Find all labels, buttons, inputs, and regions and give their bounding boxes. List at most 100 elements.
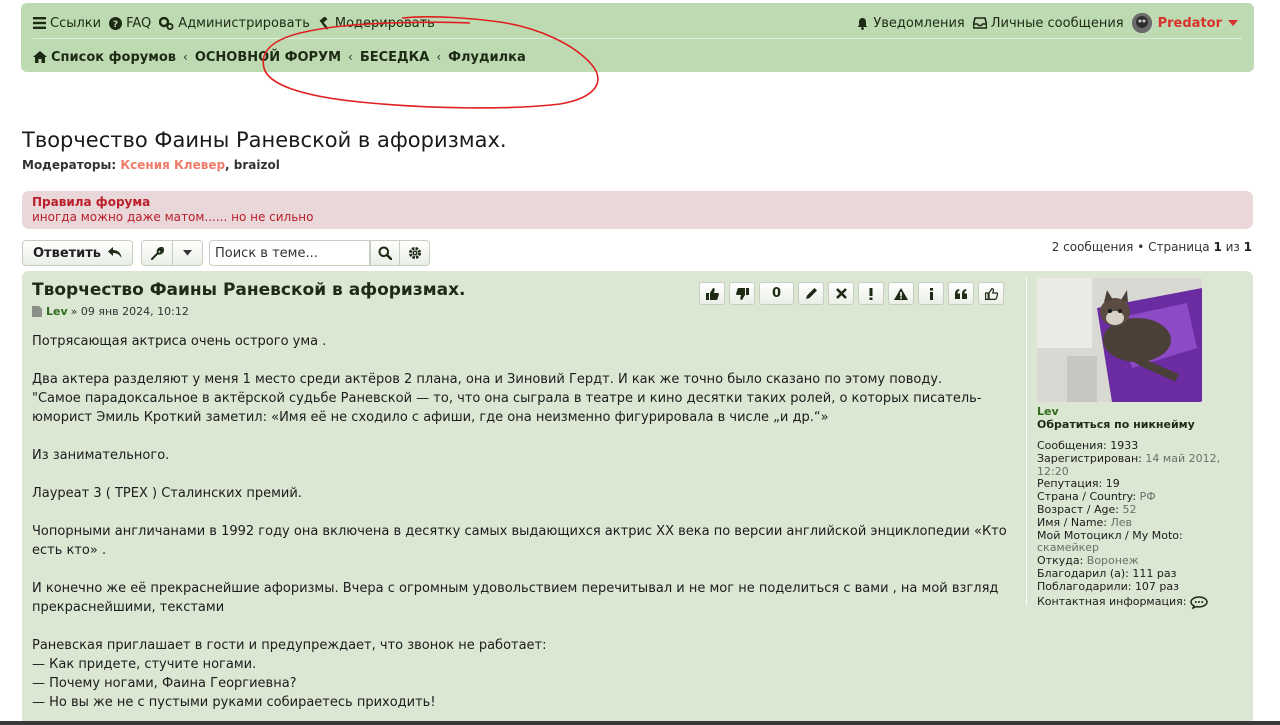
post-paragraph: И конечно же её прекраснейшие афоризмы. … [32,581,999,615]
breadcrumb: Список форумов ‹ ОСНОВНОЙ ФОРУМ ‹ БЕСЕДК… [33,46,1242,68]
breadcrumb-separator: ‹ [436,50,442,64]
breadcrumb-separator: ‹ [183,50,188,64]
profile-name: Лев [1110,515,1133,529]
gear-icon [408,247,421,259]
current-page: 1 [1213,240,1222,254]
post-profile: Lev Обратиться по никнейму Сообщения: 19… [1026,278,1248,609]
question-circle-icon: ? [109,16,123,30]
moderators-label: Модераторы: [22,158,117,172]
window-bottom-edge [0,721,1280,725]
reply-button-label: Ответить [33,245,102,261]
nav-faq[interactable]: ? FAQ [109,16,151,31]
search-button[interactable] [370,240,400,266]
moderator-link-1[interactable]: Ксения Клевер [120,158,225,172]
delete-button[interactable] [828,282,854,305]
profile-username[interactable]: Lev [1037,406,1248,418]
nav-notifications-label: Уведомления [873,15,965,31]
profile-age: 52 [1122,502,1137,516]
reply-arrow-icon [108,247,122,258]
quote-icon [955,288,967,299]
breadcrumb-main-forum[interactable]: ОСНОВНОЙ ФОРУМ [195,50,341,65]
mention-by-nick-link[interactable]: Обратиться по никнейму [1037,418,1248,432]
post-paragraph: Чопорными англичанами в 1992 году она вк… [32,524,1007,558]
search-input[interactable] [209,240,370,266]
profile-contact-label: Контактная информация: [1037,594,1187,608]
thanks-button[interactable] [978,282,1004,305]
forum-rules-box: Правила форума иногда можно даже матом..… [22,191,1253,229]
home-icon [33,51,47,63]
moderators-line: Модераторы: Ксения Клевер, braizol [22,158,280,172]
nav-moderate-label: Модерировать [334,15,435,31]
nav-notifications[interactable]: Уведомления [856,15,965,31]
caret-down-icon [1228,20,1238,26]
reputation-count: 0 [759,282,794,305]
breadcrumb-separator: ‹ [348,50,353,64]
nav-row-main: Ссылки ? FAQ Администрировать Модерирова… [33,12,1242,34]
nav-divider [33,38,1242,39]
info-button[interactable] [918,282,944,305]
post-meta: Lev » 09 янв 2024, 10:12 [32,305,189,318]
post-paragraph: Два актера разделяют у меня 1 место сред… [32,372,982,425]
action-bar: Ответить [22,240,430,266]
pencil-icon [805,288,817,299]
gavel-icon [319,16,329,30]
profile-moto: скамейкер [1037,541,1100,555]
profile-thanked[interactable]: 111 раз [1132,567,1176,580]
inbox-icon [972,17,987,29]
document-icon[interactable] [32,306,42,317]
avatar [1131,13,1152,33]
nav-messages-label: Личные сообщения [990,15,1124,31]
like-button[interactable] [699,282,725,305]
search-icon [378,246,392,260]
pagination: 2 сообщения • Страница 1 из 1 [1051,240,1252,254]
profile-reputation: 19 [1105,477,1120,491]
nav-links[interactable]: Ссылки [33,16,101,31]
thumbs-down-icon [735,287,749,300]
hamburger-icon [33,17,46,29]
profile-details: Сообщения: 1933 Зарегистрирован: 14 май … [1037,439,1221,609]
topic-tools-dropdown[interactable] [141,240,203,266]
wrench-icon [150,246,164,260]
nav-private-messages[interactable]: Личные сообщения [972,15,1124,31]
top-navbar: Ссылки ? FAQ Администрировать Модерирова… [21,3,1254,72]
info-icon [929,287,933,300]
nav-moderate[interactable]: Модерировать [318,16,435,31]
topic-search [209,240,430,266]
profile-was-thanked[interactable]: 107 раз [1135,580,1179,593]
breadcrumb-besedka[interactable]: БЕСЕДКА [360,50,429,65]
post: Творчество Фаины Раневской в афоризмах. … [22,271,1253,725]
forum-rules-text: иногда можно даже матом...... но не силь… [32,210,314,224]
profile-from: Воронеж [1086,554,1139,568]
post-paragraph: Лауреат 3 ( ТРЕХ ) Сталинских премий. [32,486,302,501]
breadcrumb-forum-list[interactable]: Список форумов [51,50,176,65]
reply-button[interactable]: Ответить [22,240,133,266]
post-paragraph: Потрясающая актриса очень острого ума . [32,334,327,349]
moderator-link-2[interactable]: braizol [234,158,280,172]
thumbs-up-outline-icon [984,287,998,300]
nav-admin[interactable]: Администрировать [159,16,310,31]
profile-posts[interactable]: 1933 [1110,439,1138,452]
profile-avatar[interactable] [1037,278,1202,402]
exclamation-icon [869,287,873,300]
profile-country: РФ [1139,490,1156,504]
caret-down-icon [183,250,192,256]
chat-bubble-icon[interactable] [1190,595,1209,609]
svg-text:?: ? [113,20,118,30]
thumbs-up-icon [705,287,719,300]
post-count: 2 сообщения [1051,240,1134,254]
post-buttons: 0 [699,282,1008,305]
advanced-search-button[interactable] [400,240,430,266]
page-title: Творчество Фаины Раневской в афоризмах. [22,128,507,152]
nav-links-label: Ссылки [50,15,102,31]
quote-button[interactable] [948,282,974,305]
total-pages: 1 [1243,240,1252,254]
nav-user-menu[interactable]: Predator [1131,13,1242,33]
breadcrumb-fludilka[interactable]: Флудилка [448,50,526,65]
post-author[interactable]: Lev [46,305,68,318]
report-button[interactable] [888,282,914,305]
edit-button[interactable] [798,282,824,305]
warning-triangle-icon [894,287,908,300]
dislike-button[interactable] [729,282,755,305]
post-title[interactable]: Творчество Фаины Раневской в афоризмах. [32,280,466,300]
warn-button[interactable] [858,282,884,305]
